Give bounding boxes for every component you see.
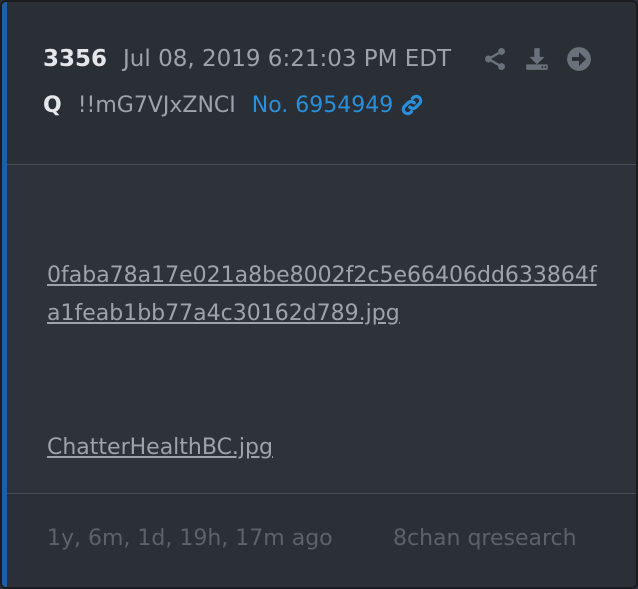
post-card: 3356 Jul 08, 2019 6:21:03 PM EDT Q !!mG7… xyxy=(0,0,638,589)
post-tripcode: !!mG7VJxZNCI xyxy=(77,92,236,118)
file-link[interactable]: 0faba78a17e021a8be8002f2c5e66406dd633864… xyxy=(47,257,607,333)
arrow-circle-right-icon[interactable] xyxy=(566,46,592,72)
post-number: 3356 xyxy=(43,46,108,72)
link-icon[interactable] xyxy=(399,92,425,118)
post-number-link[interactable]: No. 6954949 xyxy=(252,92,426,118)
post-footer: 1y, 6m, 1d, 19h, 17m ago 8chan qresearch xyxy=(7,493,636,587)
post-age: 1y, 6m, 1d, 19h, 17m ago xyxy=(47,526,333,551)
file-link[interactable]: ChatterHealthBC.jpg xyxy=(47,429,273,467)
download-icon[interactable] xyxy=(524,46,550,72)
post-header: 3356 Jul 08, 2019 6:21:03 PM EDT Q !!mG7… xyxy=(7,2,636,165)
post-timestamp: Jul 08, 2019 6:21:03 PM EDT xyxy=(123,46,452,72)
post-meta-row: 3356 Jul 08, 2019 6:21:03 PM EDT xyxy=(43,46,451,72)
post-author-row: Q !!mG7VJxZNCI No. 6954949 xyxy=(43,92,425,118)
share-icon[interactable] xyxy=(482,46,508,72)
post-body: 0faba78a17e021a8be8002f2c5e66406dd633864… xyxy=(7,165,636,493)
post-actions xyxy=(482,46,592,72)
post-source: 8chan qresearch xyxy=(393,526,577,551)
post-author: Q xyxy=(43,92,62,118)
post-number-link-label: No. 6954949 xyxy=(251,92,394,118)
